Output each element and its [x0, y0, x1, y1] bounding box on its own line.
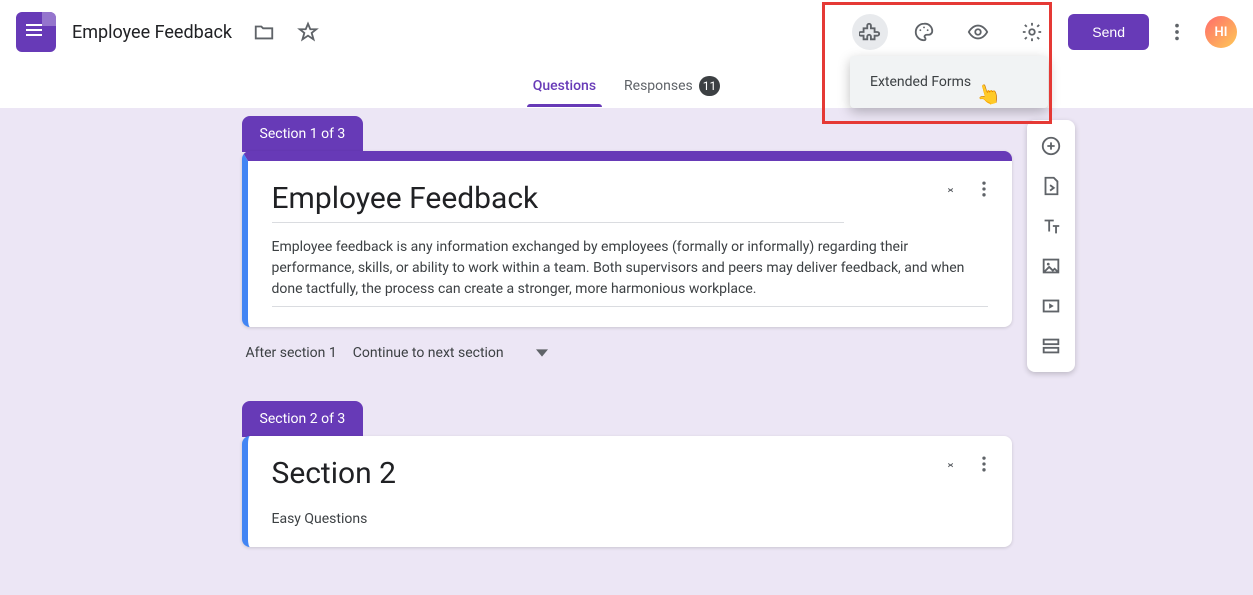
after-section-dropdown[interactable]: Continue to next section	[353, 345, 548, 361]
addon-dropdown-menu: Extended Forms	[850, 56, 1048, 108]
section-header-card-2[interactable]: ⌄⌃ Section 2 Easy Questions	[242, 436, 1012, 547]
tab-questions-label: Questions	[533, 78, 596, 94]
forms-logo-icon	[16, 12, 56, 52]
preview-button[interactable]	[960, 14, 996, 50]
folder-icon	[253, 21, 275, 43]
tab-questions[interactable]: Questions	[519, 64, 610, 107]
addon-menu-item-extended-forms[interactable]: Extended Forms	[870, 74, 1028, 90]
section-description-input[interactable]: Employee feedback is any information exc…	[272, 237, 988, 307]
section-tab-2: Section 2 of 3	[242, 401, 364, 437]
collapse-section-button[interactable]: ⌄⌃	[945, 184, 955, 198]
header-right-icons	[852, 14, 1050, 50]
after-section-value: Continue to next section	[353, 345, 504, 361]
customize-theme-button[interactable]	[906, 14, 942, 50]
puzzle-icon	[859, 21, 881, 43]
settings-button[interactable]	[1014, 14, 1050, 50]
collapse-section-button[interactable]: ⌄⌃	[945, 459, 955, 473]
gear-icon	[1021, 21, 1043, 43]
add-video-button[interactable]	[1033, 288, 1069, 324]
text-icon	[1040, 215, 1062, 237]
more-vert-icon	[1166, 21, 1188, 43]
move-to-folder-button[interactable]	[244, 12, 284, 52]
floating-toolbar	[1027, 120, 1075, 372]
eye-icon	[967, 21, 989, 43]
after-section-row: After section 1 Continue to next section	[242, 327, 1012, 401]
add-section-button[interactable]	[1033, 328, 1069, 364]
responses-count-badge: 11	[699, 76, 721, 96]
image-icon	[1040, 255, 1062, 277]
section-icon	[1040, 335, 1062, 357]
section-tab-1: Section 1 of 3	[242, 116, 364, 152]
chevron-down-icon	[536, 347, 548, 359]
import-icon	[1040, 175, 1062, 197]
section-header-card-1[interactable]: ⌄⌃ Employee Feedback Employee feedback i…	[242, 151, 1012, 327]
more-vert-icon	[974, 179, 994, 199]
add-title-button[interactable]	[1033, 208, 1069, 244]
video-icon	[1040, 295, 1062, 317]
section-more-button[interactable]	[974, 454, 994, 478]
after-section-label: After section 1	[246, 345, 337, 361]
tab-responses-label: Responses	[624, 78, 693, 94]
more-options-button[interactable]	[1157, 12, 1197, 52]
user-avatar[interactable]: HI	[1205, 16, 1237, 48]
form-title[interactable]: Employee Feedback	[72, 22, 232, 43]
add-image-button[interactable]	[1033, 248, 1069, 284]
section-more-button[interactable]	[974, 179, 994, 203]
section-title-input[interactable]: Employee Feedback	[272, 181, 845, 223]
star-button[interactable]	[288, 12, 328, 52]
star-icon	[297, 21, 319, 43]
section-description-input[interactable]: Easy Questions	[272, 511, 988, 527]
send-button[interactable]: Send	[1068, 14, 1149, 50]
addons-button[interactable]	[852, 14, 888, 50]
app-header: Employee Feedback Send HI	[0, 0, 1253, 64]
add-question-button[interactable]	[1033, 128, 1069, 164]
palette-icon	[913, 21, 935, 43]
more-vert-icon	[974, 454, 994, 474]
plus-circle-icon	[1040, 135, 1062, 157]
tabs-bar: Questions Responses 11	[0, 64, 1253, 108]
tab-responses[interactable]: Responses 11	[610, 64, 734, 107]
section-title-input[interactable]: Section 2	[272, 456, 845, 497]
import-questions-button[interactable]	[1033, 168, 1069, 204]
